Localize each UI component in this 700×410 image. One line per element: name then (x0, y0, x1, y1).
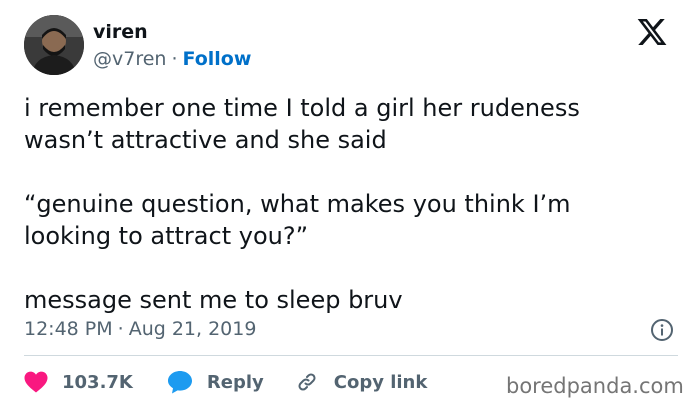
link-icon (298, 373, 316, 391)
like-button[interactable]: 103.7K (24, 371, 133, 393)
avatar[interactable] (24, 15, 84, 75)
divider (24, 355, 678, 356)
author-meta: @v7ren · Follow (93, 47, 251, 71)
watermark: boredpanda.com (506, 374, 684, 398)
tweet-date: Aug 21, 2019 (128, 318, 257, 340)
tweet-text: i remember one time I told a girl her ru… (24, 92, 664, 316)
follow-button[interactable]: Follow (183, 48, 252, 70)
author-handle[interactable]: @v7ren (93, 48, 166, 70)
separator-dot: · (171, 48, 178, 70)
like-count: 103.7K (62, 371, 133, 393)
tweet-paragraph: i remember one time I told a girl her ru… (24, 94, 580, 154)
reply-label: Reply (206, 371, 264, 393)
action-bar: 103.7K Reply Copy link (24, 366, 427, 398)
separator-dot: · (117, 318, 124, 340)
tweet-paragraph: “genuine question, what makes you think … (24, 190, 571, 250)
tweet-paragraph: message sent me to sleep bruv (24, 286, 403, 314)
copy-link-button[interactable]: Copy link (294, 370, 428, 394)
copy-link-label: Copy link (333, 371, 428, 393)
x-logo-icon[interactable] (636, 16, 668, 48)
avatar-image (24, 15, 84, 75)
reply-button[interactable]: Reply (167, 370, 264, 394)
tweet-card: viren @v7ren · Follow i remember one time … (0, 0, 700, 410)
info-icon[interactable] (650, 318, 674, 342)
reply-bubble-icon (167, 371, 192, 394)
tweet-time: 12:48 PM (24, 318, 113, 340)
tweet-timestamp[interactable]: 12:48 PM · Aug 21, 2019 (24, 316, 256, 342)
heart-icon (24, 371, 48, 393)
author-name[interactable]: viren (93, 20, 148, 44)
